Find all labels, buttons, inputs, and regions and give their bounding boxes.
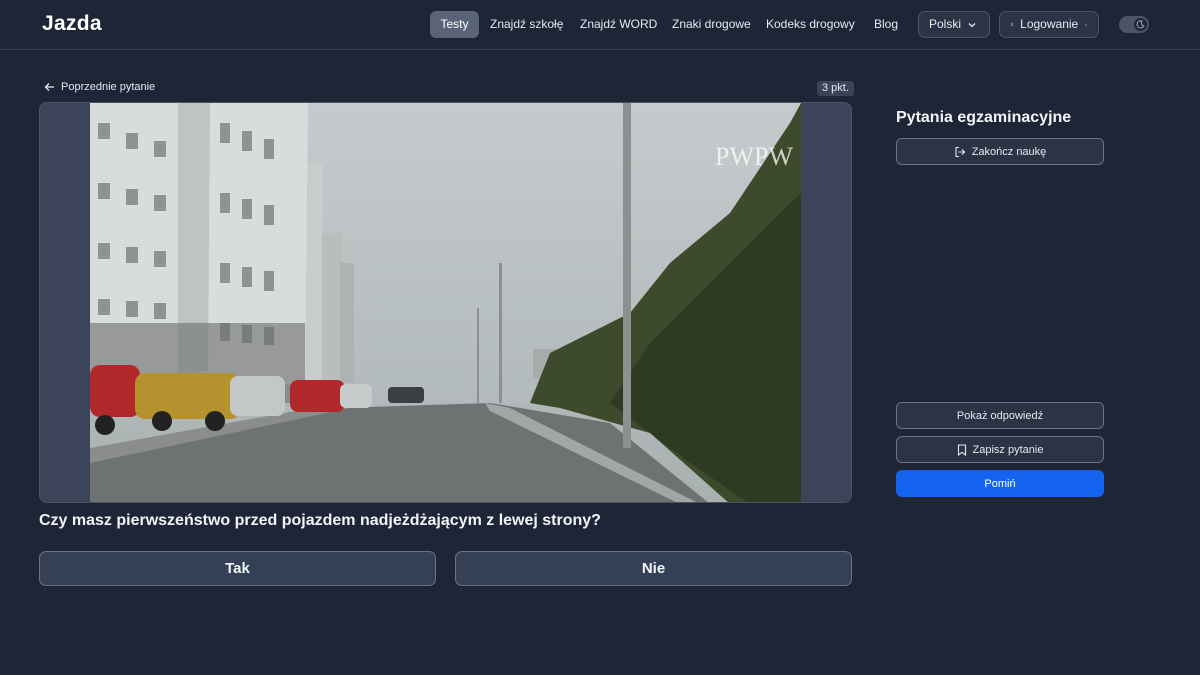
logout-icon <box>955 146 965 157</box>
arrow-left-icon <box>44 83 54 91</box>
answer-no-button[interactable]: Nie <box>455 551 852 586</box>
question-text: Czy masz pierwszeństwo przed pojazdem na… <box>39 512 601 529</box>
user-icon <box>1010 22 1014 27</box>
points-badge: 3 pkt. <box>817 81 854 96</box>
sidebar-title: Pytania egzaminacyjne <box>896 109 1072 126</box>
nav-find-school[interactable]: Znajdź szkołę <box>490 11 563 38</box>
nav-traffic-code[interactable]: Kodeks drogowy <box>766 11 855 38</box>
question-media: PWPW <box>39 102 852 503</box>
finish-learning-label: Zakończ naukę <box>971 145 1047 158</box>
question-image: PWPW <box>90 103 801 502</box>
chevron-down-icon <box>1084 23 1088 26</box>
answer-yes-button[interactable]: Tak <box>39 551 436 586</box>
image-watermark: PWPW <box>715 142 793 171</box>
previous-question-label: Poprzednie pytanie <box>61 81 156 93</box>
skip-button[interactable]: Pomiń <box>896 470 1104 497</box>
nav-road-signs[interactable]: Znaki drogowe <box>672 11 751 38</box>
language-label: Polski <box>929 17 962 31</box>
nav-blog[interactable]: Blog <box>871 11 901 38</box>
top-navigation: Jazda Testy Znajdź szkołę Znajdź WORD Zn… <box>0 0 1200 50</box>
skip-label: Pomiń <box>984 477 1016 490</box>
save-question-button[interactable]: Zapisz pytanie <box>896 436 1104 463</box>
show-answer-label: Pokaż odpowiedź <box>956 409 1044 422</box>
previous-question-link[interactable]: Poprzednie pytanie <box>44 81 155 93</box>
show-answer-button[interactable]: Pokaż odpowiedź <box>896 402 1104 429</box>
theme-toggle[interactable] <box>1119 16 1149 33</box>
bookmark-icon <box>957 443 966 456</box>
logo[interactable]: Jazda <box>42 12 102 36</box>
language-select[interactable]: Polski <box>918 11 990 38</box>
login-label: Logowanie <box>1020 17 1079 31</box>
nav-tests[interactable]: Testy <box>430 11 479 38</box>
save-question-label: Zapisz pytanie <box>972 443 1044 456</box>
finish-learning-button[interactable]: Zakończ naukę <box>896 138 1104 165</box>
nav-find-word[interactable]: Znajdź WORD <box>580 11 657 38</box>
chevron-down-icon <box>968 22 976 27</box>
login-dropdown[interactable]: Logowanie <box>999 11 1099 38</box>
moon-icon <box>1134 18 1147 31</box>
